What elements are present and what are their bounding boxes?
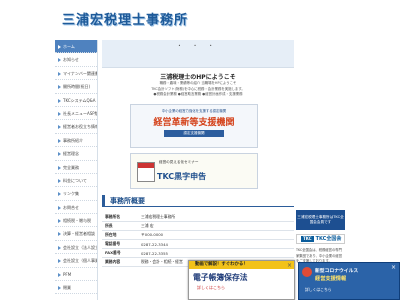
site-logo[interactable]: 三浦宏税理士事務所 [62, 9, 188, 28]
row-value: 0287-22-3344 [138, 239, 294, 250]
row-key: FAX番号 [102, 248, 138, 259]
nav-item-contact[interactable]: お問合せ [55, 201, 97, 215]
left-navigation: ホーム お知らせ マイナンバー関連書式 開所時間(祝日) TKCシステムQ&A … [55, 40, 98, 300]
popup-title: 経営支援情報 [315, 276, 347, 282]
nav-item-incorporation[interactable]: 会社設立（法人設立） [55, 241, 97, 255]
table-row: 事務所名 三浦宏税理士事務所 [102, 212, 294, 223]
seminar-banner[interactable]: 経営の見える化セミナー TKC黒字申告 [130, 152, 258, 189]
support-agency-banner[interactable]: 中小企業の経営力強化を支援する認定機関 経営革新等支援機関 認定支援機関 [130, 103, 258, 148]
row-value: 〒000-0000 [138, 230, 294, 241]
hero-visual: • • • [102, 40, 294, 68]
nav-item-home[interactable]: ホーム [55, 40, 97, 54]
nav-item-office-intro[interactable]: 事務所紹介 [55, 134, 97, 148]
popup-link[interactable]: 詳しくはこちら [189, 285, 294, 291]
slider-dots[interactable]: • • • [102, 40, 294, 48]
intro-line-3: ●税務会計業務 ●経営助言業務 ●経営計画作成・支援業務 [153, 92, 243, 97]
ebook-law-popup[interactable]: 動画で解説！すぐわかる！ 電子帳簿保存法 詳しくはこちら × [188, 260, 295, 300]
nav-item-links[interactable]: リンク集 [55, 187, 97, 201]
popup-ribbon: 動画で解説！すぐわかる！ [189, 261, 294, 269]
nav-item-inheritance[interactable]: 相続税・贈与税 [55, 214, 97, 228]
tkc-member-banner[interactable]: 三浦宏税理士事務所はTKC全国会会員です [296, 210, 345, 230]
row-key: 所在地 [102, 230, 138, 241]
close-icon[interactable]: × [391, 264, 396, 271]
row-key: 業務内容 [102, 257, 138, 268]
nav-item-mynumber[interactable]: マイナンバー関連書式 [55, 67, 97, 81]
nav-item-philosophy[interactable]: 経営理念 [55, 147, 97, 161]
seminar-title: TKC黒字申告 [157, 171, 207, 181]
virus-icon [302, 267, 312, 277]
table-row: 電話番号 0287-22-3344 [102, 239, 294, 250]
popup-heading: 新型コロナウイルス [315, 269, 359, 274]
tkc-logo-icon: TKC [301, 236, 314, 242]
tkc-logo-banner[interactable]: TKC TKC全国会 [296, 234, 345, 244]
nav-item-useful-info[interactable]: 経営者お役立ち情報 [55, 120, 97, 134]
welcome-heading: 三浦税理士のHPにようこそ [160, 74, 236, 81]
main-content: • • • 三浦税理士のHPにようこそ 職務・趣味・業績等の紹介 当職場をHPに… [102, 40, 294, 268]
row-value: 三浦宏税理士事務所 [138, 212, 294, 223]
seminar-subtitle: 経営の見える化セミナー [159, 159, 199, 164]
table-row: FAX番号 0287-22-3355 [102, 248, 294, 259]
banner-subtitle: 中小企業の経営力強化を支援する認定機関 [161, 108, 227, 113]
table-row: 所在地 〒000-0000 [102, 230, 294, 241]
tkc-label: TKC全国会 [315, 236, 342, 242]
row-key: 所長 [102, 221, 138, 232]
nav-item-closure[interactable]: 閉業 [55, 281, 97, 295]
row-value: 三浦 宏 [138, 221, 294, 232]
nav-item-fees[interactable]: 料金について [55, 174, 97, 188]
calendar-icon [137, 161, 155, 182]
popup-title: 電子帳簿保存法 [193, 273, 248, 282]
table-row: 所長 三浦 宏 [102, 221, 294, 232]
row-key: 電話番号 [102, 239, 138, 250]
banner-title: 経営革新等支援機関 [153, 117, 235, 128]
row-key: 事務所名 [102, 212, 138, 223]
row-value: 0287-22-3355 [138, 248, 294, 259]
close-icon[interactable]: × [287, 262, 292, 269]
nav-item-pfm[interactable]: PFM [55, 268, 97, 282]
nav-item-news[interactable]: お知らせ [55, 53, 97, 67]
covid-support-popup[interactable]: 新型コロナウイルス 経営支援情報 詳しくはこちら × [298, 262, 400, 300]
right-sidebar: 三浦宏税理士事務所はTKC全国会会員です TKC TKC全国会 TKC全国会は、税… [296, 210, 345, 265]
nav-item-consulting[interactable]: 決算・経営者相談 [55, 227, 97, 241]
banner-caption: 認定支援機関 [164, 129, 224, 137]
nav-item-services[interactable]: 完全業務 [55, 161, 97, 174]
nav-item-tkc-qa[interactable]: TKCシステムQ&A [55, 94, 97, 107]
popup-link[interactable]: 詳しくはこちら [299, 287, 399, 293]
office-overview-heading: 事務所概要 [102, 194, 294, 207]
nav-item-president-menu[interactable]: 社長メニューASP版 [55, 107, 97, 121]
nav-item-hours[interactable]: 開所時間(祝日) [55, 80, 97, 94]
nav-item-sole-prop[interactable]: 会社設立（個人事業） [55, 254, 97, 268]
